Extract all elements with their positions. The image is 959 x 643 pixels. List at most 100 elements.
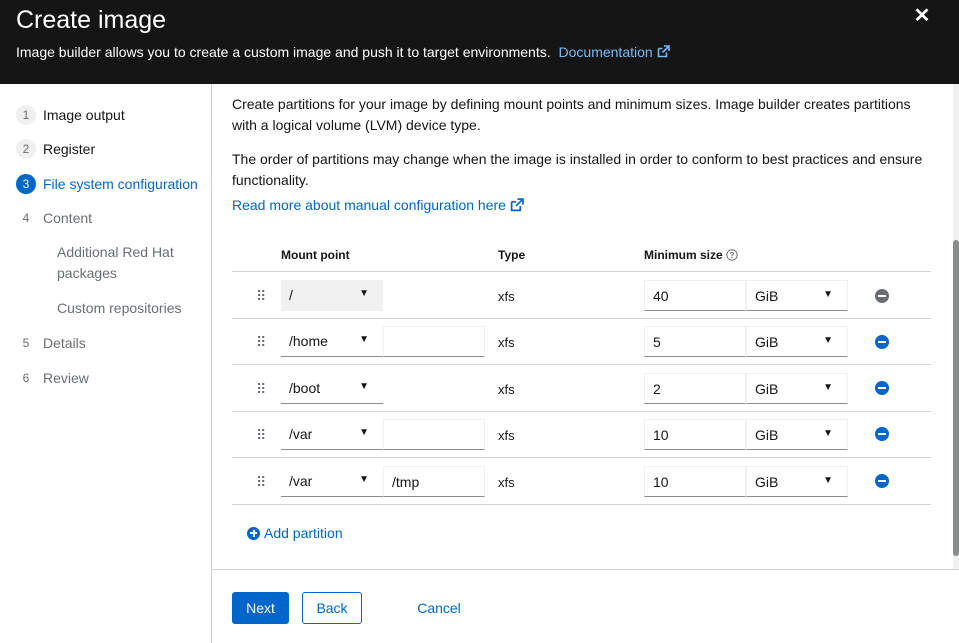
- mount-point-suffix-input[interactable]: [383, 466, 485, 497]
- partition-type: xfs: [498, 428, 515, 443]
- minimum-size-input[interactable]: [644, 466, 746, 497]
- wizard-nav: 1 Image output 2 Register 3 File system …: [0, 84, 212, 643]
- nav-step-label: Review: [43, 370, 89, 386]
- caret-down-icon: ▼: [823, 335, 833, 346]
- nav-step-image-output[interactable]: 1 Image output: [16, 105, 125, 125]
- caret-down-icon: ▼: [823, 428, 833, 439]
- size-unit-select[interactable]: GiB ▼: [746, 280, 848, 311]
- header-minimum-size-label: Minimum size: [644, 248, 723, 262]
- read-more-link[interactable]: Read more about manual configuration her…: [232, 197, 524, 213]
- row-divider: [232, 457, 931, 458]
- close-icon[interactable]: ✕: [912, 6, 932, 26]
- size-unit-value: GiB: [755, 474, 779, 490]
- size-unit-value: GiB: [755, 334, 779, 350]
- nav-step-content[interactable]: 4 Content: [16, 208, 92, 228]
- modal-header: Create image Image builder allows you to…: [0, 0, 959, 84]
- main-content: Create partitions for your image by defi…: [212, 84, 959, 569]
- step-number: 6: [22, 371, 30, 385]
- nav-substep-additional-packages[interactable]: Additional Red Hat packages: [57, 242, 197, 284]
- nav-step-register[interactable]: 2 Register: [16, 139, 95, 159]
- size-unit-value: GiB: [755, 427, 779, 443]
- row-divider: [232, 411, 931, 412]
- drag-handle-icon[interactable]: ⠿: [256, 427, 266, 443]
- step-number: 3: [16, 174, 36, 194]
- mount-point-value: /: [289, 287, 293, 303]
- intro-paragraph: Create partitions for your image by defi…: [232, 96, 911, 133]
- caret-down-icon: ▼: [359, 427, 369, 438]
- drag-handle-icon[interactable]: ⠿: [256, 474, 266, 490]
- header-minimum-size: Minimum size ?: [644, 248, 738, 262]
- step-number: 5: [22, 336, 30, 350]
- remove-partition-icon[interactable]: [875, 474, 889, 488]
- size-unit-select[interactable]: GiB ▼: [746, 326, 848, 357]
- external-link-icon: [510, 198, 524, 212]
- external-link-icon: [657, 45, 670, 58]
- remove-partition-icon: [875, 289, 889, 303]
- mount-point-suffix-input[interactable]: [383, 419, 485, 450]
- drag-handle-icon[interactable]: ⠿: [256, 381, 266, 397]
- nav-step-label: Image output: [43, 107, 125, 123]
- remove-partition-icon[interactable]: [875, 381, 889, 395]
- scrollbar[interactable]: [953, 84, 959, 569]
- nav-step-label: Content: [43, 210, 93, 226]
- header-type: Type: [498, 248, 526, 262]
- documentation-link[interactable]: Documentation: [559, 44, 670, 60]
- size-unit-select[interactable]: GiB ▼: [746, 373, 848, 404]
- caret-down-icon: ▼: [359, 334, 369, 345]
- scrollbar-thumb[interactable]: [953, 240, 959, 556]
- remove-partition-icon[interactable]: [875, 335, 889, 349]
- back-button[interactable]: Back: [302, 592, 362, 624]
- size-unit-value: GiB: [755, 381, 779, 397]
- next-button[interactable]: Next: [232, 592, 289, 624]
- read-more-label: Read more about manual configuration her…: [232, 197, 506, 213]
- drag-handle-icon[interactable]: ⠿: [256, 288, 266, 304]
- partition-type: xfs: [498, 475, 515, 490]
- step-number: 1: [16, 105, 36, 125]
- add-partition-button[interactable]: Add partition: [247, 525, 343, 541]
- mount-point-select[interactable]: /home ▼: [281, 326, 383, 357]
- size-unit-select[interactable]: GiB ▼: [746, 466, 848, 497]
- documentation-link-label: Documentation: [558, 44, 653, 60]
- mount-point-value: /var: [289, 473, 313, 489]
- minimum-size-input[interactable]: [644, 419, 746, 450]
- caret-down-icon: ▼: [823, 475, 833, 486]
- modal-title: Create image: [16, 6, 167, 34]
- nav-step-label: Register: [43, 141, 96, 157]
- step-number: 2: [16, 139, 36, 159]
- row-divider: [232, 504, 931, 505]
- nav-step-details[interactable]: 5 Details: [16, 333, 86, 353]
- remove-partition-icon[interactable]: [875, 427, 889, 441]
- partition-type: xfs: [498, 335, 515, 350]
- description-text: Image builder allows you to create a cus…: [16, 44, 551, 60]
- nav-step-label: Details: [43, 335, 86, 351]
- partition-type: xfs: [498, 382, 515, 397]
- mount-point-select[interactable]: / ▼: [281, 280, 383, 311]
- nav-substep-custom-repositories[interactable]: Custom repositories: [57, 298, 197, 319]
- size-unit-value: GiB: [755, 288, 779, 304]
- caret-down-icon: ▼: [823, 289, 833, 300]
- mount-point-select[interactable]: /var ▼: [281, 466, 383, 497]
- minimum-size-input[interactable]: [644, 280, 746, 311]
- row-divider: [232, 364, 931, 365]
- wizard-footer: Next Back Cancel: [212, 569, 959, 643]
- size-unit-select[interactable]: GiB ▼: [746, 419, 848, 450]
- minimum-size-input[interactable]: [644, 326, 746, 357]
- header-mount-point: Mount point: [281, 248, 350, 262]
- help-icon[interactable]: ?: [726, 249, 738, 261]
- order-paragraph: The order of partitions may change when …: [232, 151, 923, 188]
- mount-point-select[interactable]: /var ▼: [281, 419, 383, 450]
- minimum-size-input[interactable]: [644, 373, 746, 404]
- nav-step-review[interactable]: 6 Review: [16, 368, 89, 388]
- nav-step-file-system-configuration[interactable]: 3 File system configuration: [16, 174, 198, 194]
- step-number: 4: [22, 211, 30, 225]
- partition-type: xfs: [498, 289, 515, 304]
- nav-step-label: File system configuration: [43, 176, 198, 192]
- add-partition-label: Add partition: [264, 525, 343, 541]
- caret-down-icon: ▼: [359, 288, 369, 299]
- drag-handle-icon[interactable]: ⠿: [256, 334, 266, 350]
- mount-point-suffix-input[interactable]: [383, 326, 485, 357]
- mount-point-value: /boot: [289, 380, 321, 396]
- mount-point-value: /home: [289, 333, 328, 349]
- cancel-button[interactable]: Cancel: [404, 592, 474, 624]
- mount-point-select[interactable]: /boot ▼: [281, 373, 383, 404]
